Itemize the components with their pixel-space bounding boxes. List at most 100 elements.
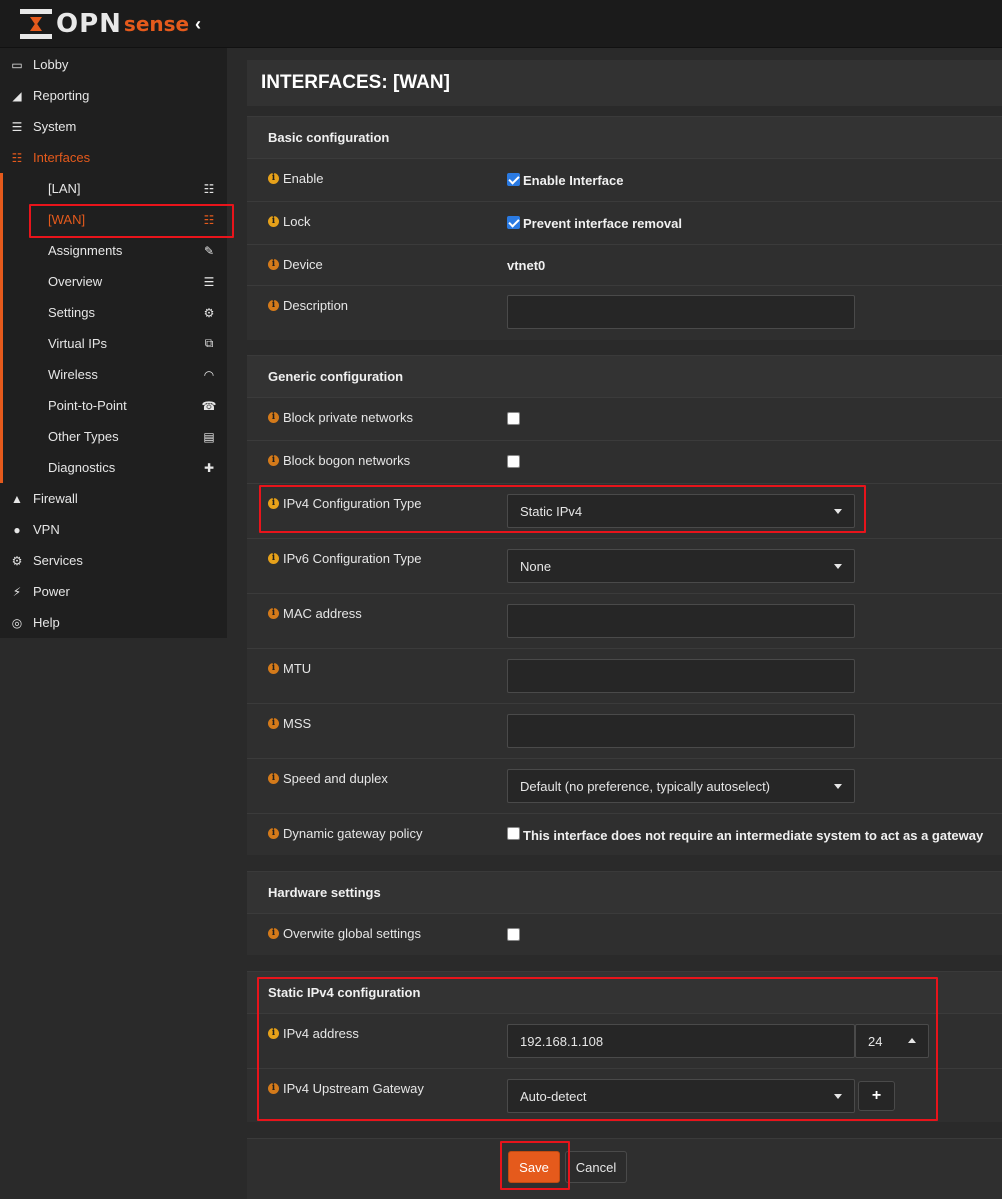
sidebar-item-power[interactable]: ⚡ Power: [0, 576, 227, 607]
overwrite-row: i Overwite global settings: [247, 913, 1002, 956]
add-gateway-button[interactable]: +: [858, 1081, 895, 1111]
info-icon[interactable]: i: [268, 216, 279, 227]
sidebar-item-overview[interactable]: Overview ☰: [0, 266, 227, 297]
info-icon[interactable]: i: [268, 412, 279, 423]
section-heading: Generic configuration: [247, 356, 1002, 397]
info-icon[interactable]: i: [268, 828, 279, 839]
archive-icon: ▤: [203, 429, 215, 444]
logo-text: OPN: [56, 9, 122, 39]
ipv4-gateway-row: i IPv4 Upstream Gateway Auto-detect +: [247, 1068, 1002, 1123]
cogs-icon: ⚙: [203, 305, 215, 320]
sidebar-item-system[interactable]: ☰ System: [0, 111, 227, 142]
ipv4-gateway-select[interactable]: Auto-detect: [507, 1079, 855, 1113]
info-icon[interactable]: i: [268, 300, 279, 311]
hardware-settings-section: Hardware settings i Overwite global setti…: [247, 871, 1002, 955]
ipv4-prefix-select[interactable]: 24: [855, 1024, 929, 1058]
chevron-down-icon: [834, 564, 842, 569]
mss-input[interactable]: [507, 714, 855, 748]
enable-checkbox-label[interactable]: Enable Interface: [523, 173, 623, 188]
info-icon[interactable]: i: [268, 1083, 279, 1094]
block-private-checkbox[interactable]: [507, 412, 520, 425]
collapse-sidebar-icon[interactable]: ‹: [195, 14, 201, 35]
wifi-icon: ◠: [203, 367, 215, 382]
static-ipv4-section: Static IPv4 configuration i IPv4 address …: [247, 971, 1002, 1122]
sidebar-item-reporting[interactable]: ◢ Reporting: [0, 80, 227, 111]
gateway-policy-row: i Dynamic gateway policy This interface d…: [247, 813, 1002, 856]
info-icon[interactable]: i: [268, 1028, 279, 1039]
clone-icon: ⧉: [204, 336, 214, 350]
sidebar-item-virtual-ips[interactable]: Virtual IPs ⧉: [0, 328, 227, 359]
ipv4-address-input[interactable]: 192.168.1.108: [507, 1024, 855, 1058]
lock-checkbox[interactable]: [507, 216, 520, 229]
opnsense-logo[interactable]: OPN sense: [20, 8, 189, 40]
sidebar-item-settings[interactable]: Settings ⚙: [0, 297, 227, 328]
block-bogon-checkbox[interactable]: [507, 455, 520, 468]
description-input[interactable]: [507, 295, 855, 329]
info-icon[interactable]: i: [268, 498, 279, 509]
mss-row: i MSS: [247, 703, 1002, 758]
sitemap-icon: ☷: [11, 150, 23, 165]
chevron-down-icon: [834, 784, 842, 789]
sidebar-item-services[interactable]: ⚙ Services: [0, 545, 227, 576]
tasks-icon: ☰: [203, 274, 215, 289]
medkit-icon: ✚: [203, 460, 215, 475]
info-icon[interactable]: i: [268, 928, 279, 939]
lock-checkbox-label[interactable]: Prevent interface removal: [523, 216, 682, 231]
server-icon: ☰: [11, 119, 23, 134]
logo-mark-icon: [20, 9, 52, 39]
generic-config-section: Generic configuration i Block private net…: [247, 355, 1002, 855]
speed-duplex-select[interactable]: Default (no preference, typically autose…: [507, 769, 855, 803]
page-title: INTERFACES: [WAN]: [247, 60, 1002, 106]
mac-row: i MAC address: [247, 593, 1002, 648]
sidebar-item-lan[interactable]: [LAN] ☷: [0, 173, 227, 204]
info-icon[interactable]: i: [268, 608, 279, 619]
info-icon[interactable]: i: [268, 173, 279, 184]
save-button[interactable]: Save: [508, 1151, 560, 1183]
ipv4-type-select[interactable]: Static IPv4: [507, 494, 855, 528]
top-bar: OPN sense ‹: [0, 0, 1002, 48]
enable-row: i Enable Enable Interface: [247, 158, 1002, 201]
cancel-button[interactable]: Cancel: [565, 1151, 627, 1183]
sidebar-item-wan[interactable]: [WAN] ☷: [0, 204, 227, 235]
sidebar-item-diagnostics[interactable]: Diagnostics ✚: [0, 452, 227, 483]
info-icon[interactable]: i: [268, 455, 279, 466]
basic-config-section: Basic configuration i Enable Enable Inter…: [247, 116, 1002, 340]
info-icon[interactable]: i: [268, 718, 279, 729]
gateway-policy-checkbox-label[interactable]: This interface does not require an inter…: [523, 828, 983, 843]
info-icon[interactable]: i: [268, 553, 279, 564]
sidebar-item-lobby[interactable]: ▭ Lobby: [0, 49, 227, 80]
sidebar-item-assignments[interactable]: Assignments ✎: [0, 235, 227, 266]
chevron-up-icon: [908, 1038, 916, 1043]
sidebar-item-other-types[interactable]: Other Types ▤: [0, 421, 227, 452]
section-heading: Static IPv4 configuration: [247, 972, 1002, 1013]
laptop-icon: ▭: [11, 57, 23, 72]
sidebar-item-vpn[interactable]: ● VPN: [0, 514, 227, 545]
info-icon[interactable]: i: [268, 773, 279, 784]
ipv4-type-row: i IPv4 Configuration Type Static IPv4: [247, 483, 1002, 538]
overwrite-checkbox[interactable]: [507, 928, 520, 941]
info-icon[interactable]: i: [268, 663, 279, 674]
chevron-down-icon: [834, 509, 842, 514]
enable-checkbox[interactable]: [507, 173, 520, 186]
sitemap-icon: ☷: [203, 212, 215, 227]
sidebar-item-firewall[interactable]: ▲ Firewall: [0, 483, 227, 514]
mac-address-input[interactable]: [507, 604, 855, 638]
sidebar-item-help[interactable]: ◎ Help: [0, 607, 227, 638]
block-private-row: i Block private networks: [247, 397, 1002, 440]
speed-duplex-row: i Speed and duplex Default (no preference…: [247, 758, 1002, 813]
ipv6-type-row: i IPv6 Configuration Type None: [247, 538, 1002, 593]
sidebar-item-wireless[interactable]: Wireless ◠: [0, 359, 227, 390]
phone-icon: ☎: [201, 398, 217, 413]
mtu-input[interactable]: [507, 659, 855, 693]
globe-icon: ●: [13, 522, 21, 537]
info-icon[interactable]: i: [268, 259, 279, 270]
cog-icon: ⚙: [11, 553, 23, 568]
sidebar-item-interfaces[interactable]: ☷ Interfaces: [0, 142, 227, 173]
life-ring-icon: ◎: [11, 615, 23, 630]
gateway-policy-checkbox[interactable]: [507, 827, 520, 840]
section-heading: Hardware settings: [247, 872, 1002, 913]
sitemap-icon: ☷: [203, 181, 215, 196]
ipv6-type-select[interactable]: None: [507, 549, 855, 583]
section-heading: Basic configuration: [247, 117, 1002, 158]
sidebar-item-point-to-point[interactable]: Point-to-Point ☎: [0, 390, 227, 421]
